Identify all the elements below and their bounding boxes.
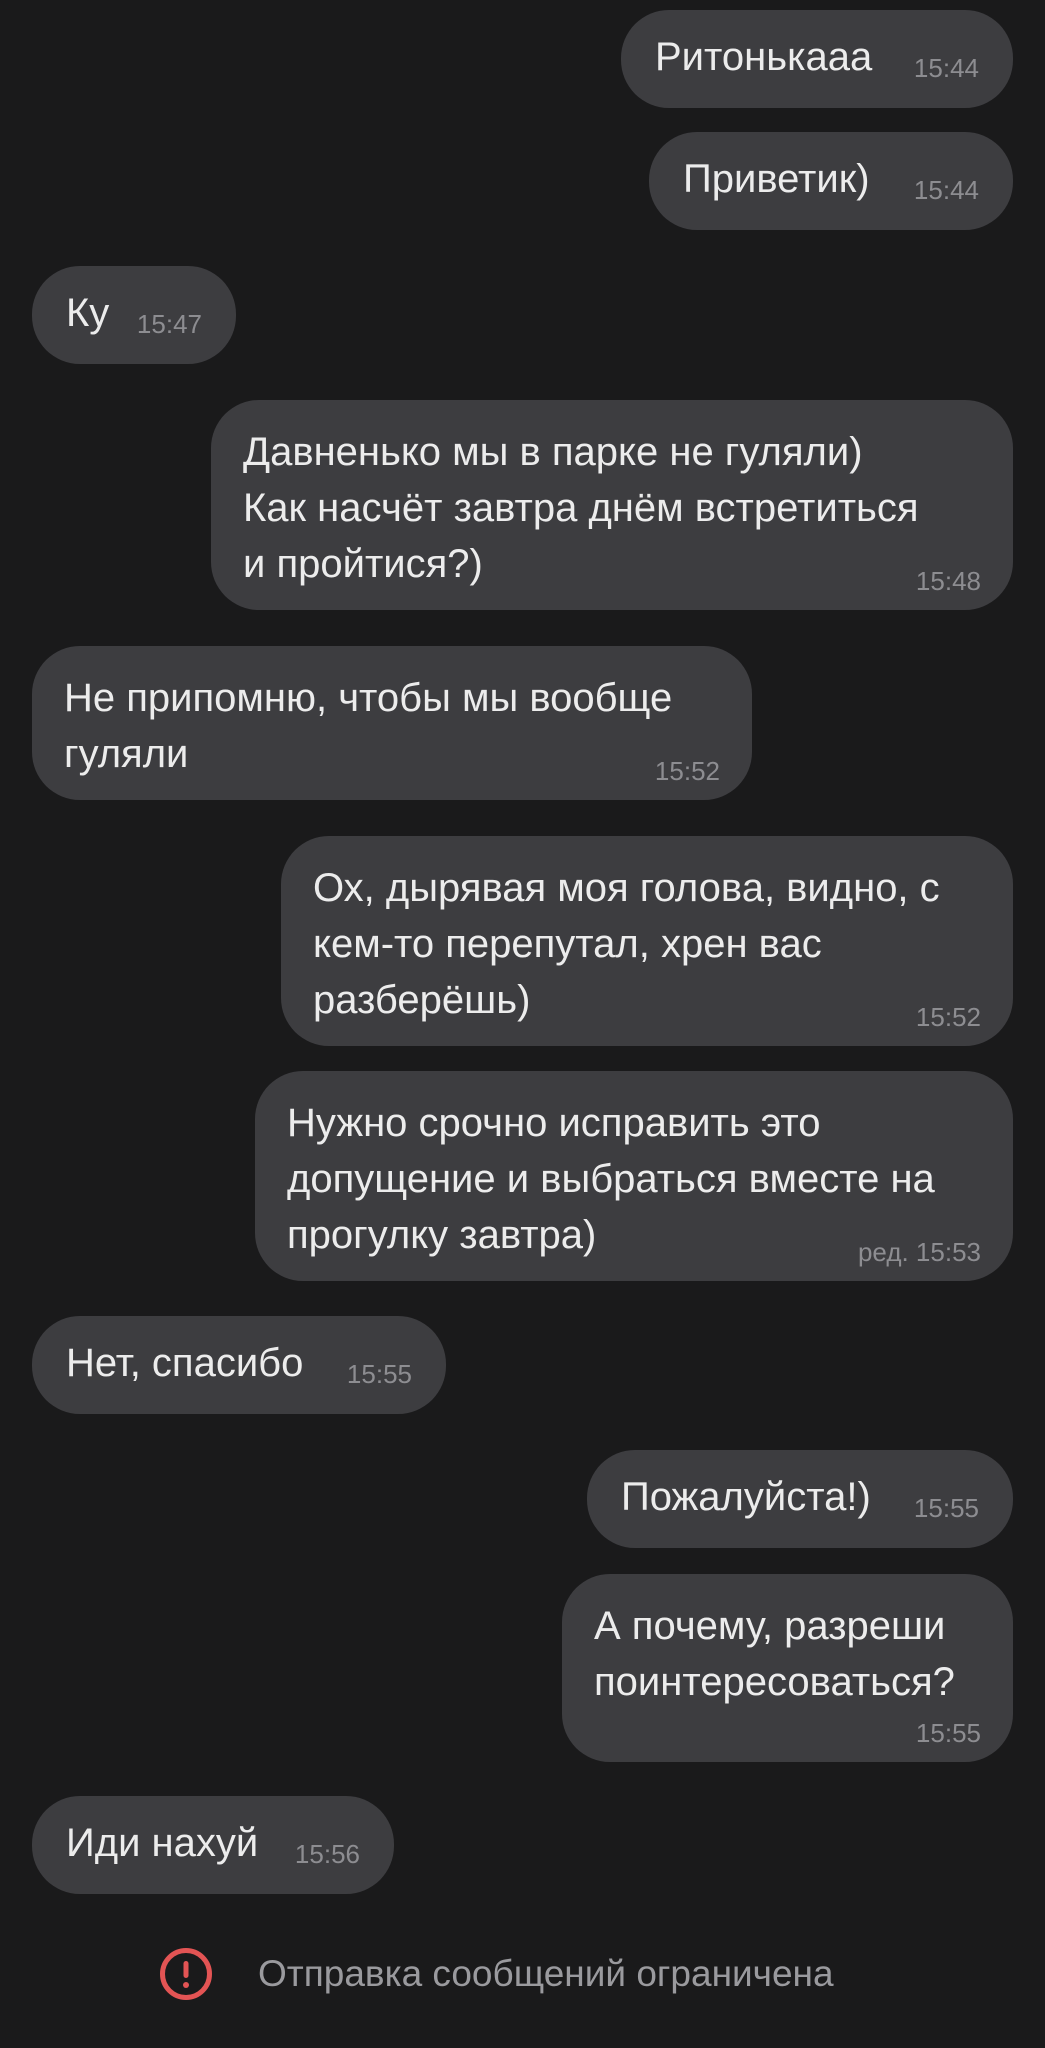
message-bubble-incoming[interactable]: Иди нахуй 15:56 — [32, 1796, 394, 1894]
message-text: Пожалуйста!) — [621, 1475, 871, 1519]
message-time: 15:52 — [654, 756, 720, 786]
message-bubble-outgoing[interactable]: Нужно срочно исправить это допущение и в… — [255, 1071, 1013, 1281]
message-text: Давненько мы в парке не гуляли) Как насч… — [243, 430, 919, 586]
message-text: Иди нахуй — [66, 1821, 259, 1865]
restriction-text: Отправка сообщений ограничена — [258, 1953, 834, 1994]
message-text: Приветик) — [683, 157, 870, 201]
message-time: 15:55 — [346, 1359, 412, 1389]
message-time: 15:44 — [913, 53, 979, 83]
message-time: 15:52 — [915, 1002, 981, 1032]
message-time: 15:56 — [294, 1839, 360, 1869]
message-text: А почему, разреши поинтересоваться? — [594, 1604, 955, 1704]
message-bubble-outgoing[interactable]: Приветик) 15:44 — [649, 132, 1013, 230]
messaging-restricted-banner: Отправка сообщений ограничена — [0, 1940, 1045, 2010]
message-bubble-outgoing[interactable]: А почему, разреши поинтересоваться? 15:5… — [562, 1574, 1013, 1762]
message-list: Ритонькааа 15:44 Приветик) 15:44 Ку 15:4… — [0, 0, 1045, 2048]
message-time: 15:55 — [913, 1493, 979, 1523]
message-text: Не припомню, чтобы мы вообще гуляли — [64, 676, 673, 776]
message-time: 15:44 — [913, 175, 979, 205]
message-bubble-incoming[interactable]: Не припомню, чтобы мы вообще гуляли 15:5… — [32, 646, 752, 800]
message-bubble-outgoing[interactable]: Давненько мы в парке не гуляли) Как насч… — [211, 400, 1013, 610]
message-time: 15:48 — [915, 566, 981, 596]
alert-circle-icon — [160, 1948, 212, 2000]
message-text: Нет, спасибо — [66, 1341, 304, 1385]
message-text: Ку — [66, 291, 110, 335]
message-time: ред. 15:53 — [857, 1237, 981, 1267]
message-bubble-outgoing[interactable]: Ох, дырявая моя голова, видно, с кем-то … — [281, 836, 1013, 1046]
message-text: Ритонькааа — [655, 35, 873, 79]
message-bubble-incoming[interactable]: Ку 15:47 — [32, 266, 236, 364]
message-time: 15:47 — [136, 309, 202, 339]
message-text: Ох, дырявая моя голова, видно, с кем-то … — [313, 866, 940, 1022]
message-time: 15:55 — [915, 1718, 981, 1748]
message-bubble-outgoing[interactable]: Пожалуйста!) 15:55 — [587, 1450, 1013, 1548]
message-bubble-incoming[interactable]: Нет, спасибо 15:55 — [32, 1316, 446, 1414]
message-bubble-outgoing[interactable]: Ритонькааа 15:44 — [621, 10, 1013, 108]
